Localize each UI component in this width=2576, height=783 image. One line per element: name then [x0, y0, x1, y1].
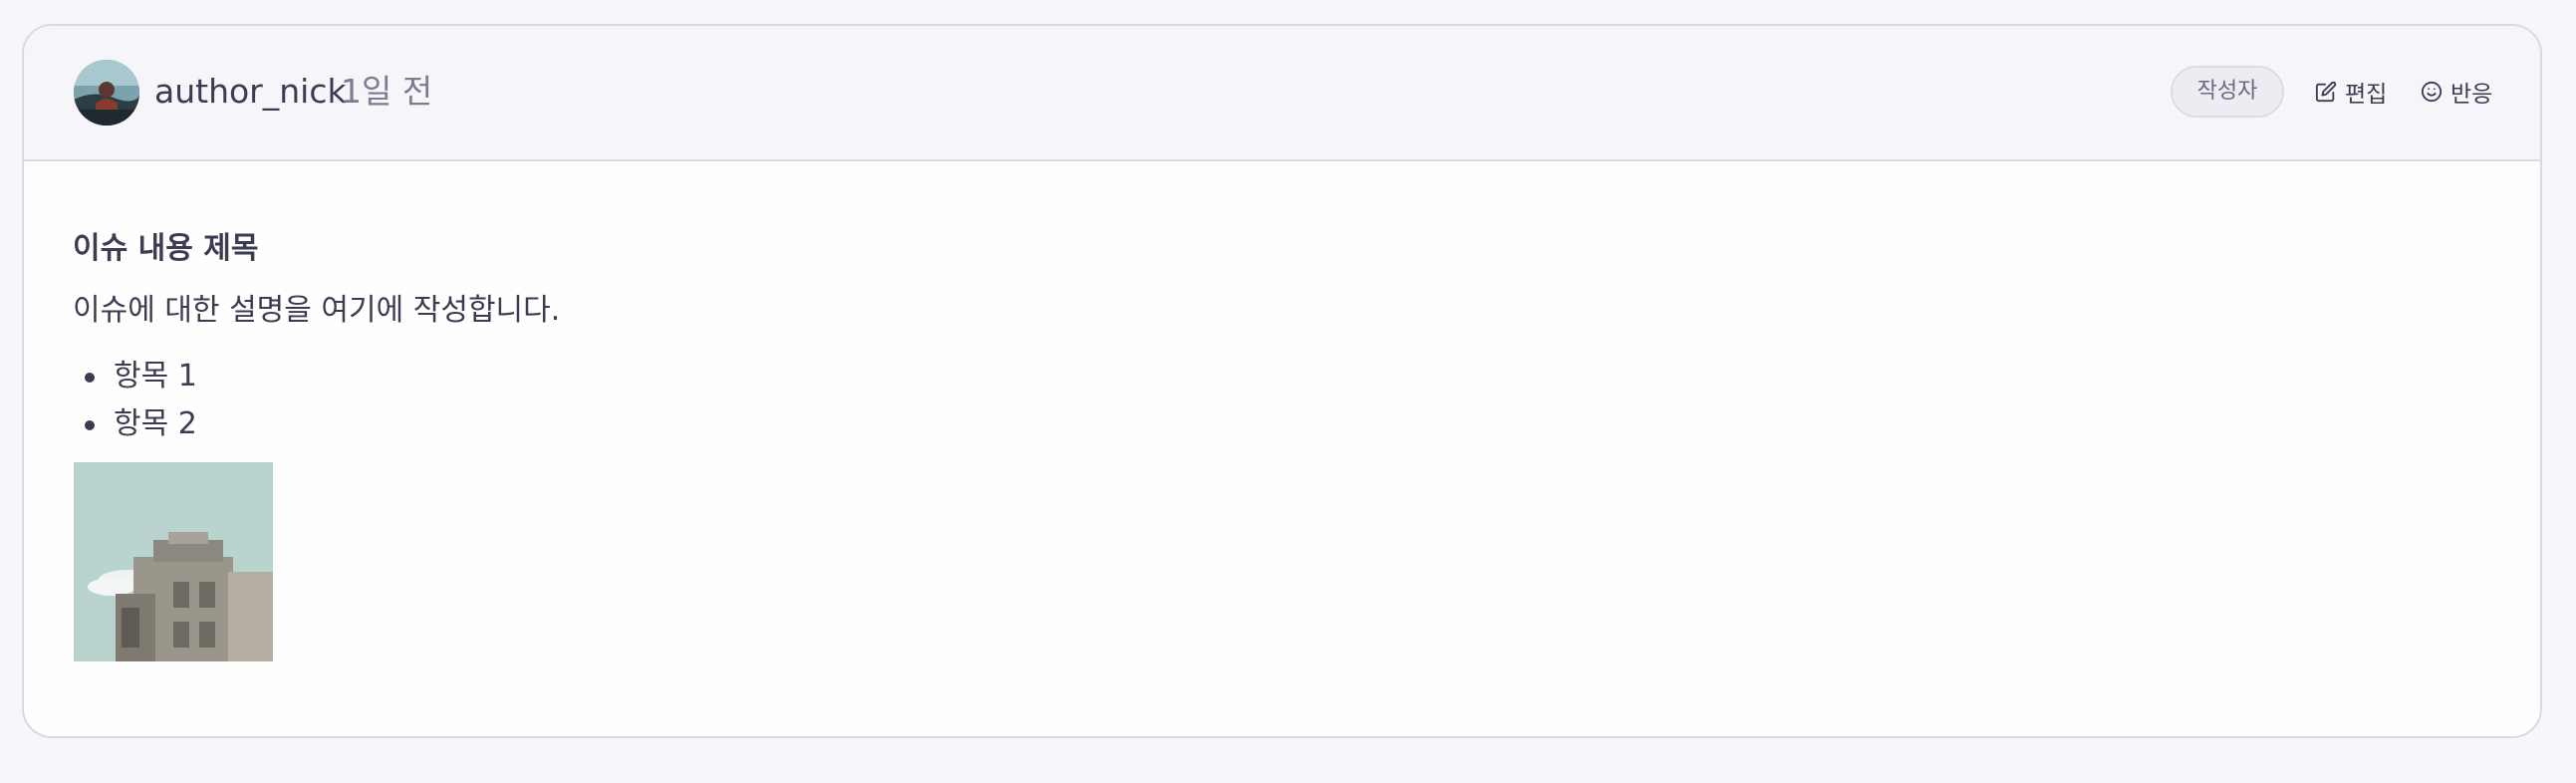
- edit-button-label: 편집: [2345, 82, 2388, 108]
- react-button[interactable]: 반응: [2421, 72, 2492, 112]
- list-item: 항목 1: [73, 353, 197, 400]
- comment-timestamp[interactable]: 1일 전: [341, 70, 432, 114]
- attached-image[interactable]: [74, 462, 273, 661]
- issue-title: 이슈 내용 제목: [73, 231, 259, 266]
- list-item: 항목 2: [73, 400, 197, 448]
- react-button-label: 반응: [2450, 82, 2493, 108]
- comment-body: 이슈 내용 제목 이슈에 대한 설명을 여기에 작성합니다. 항목 1 항목 2: [24, 161, 2540, 736]
- bullet-icon: [85, 373, 95, 383]
- smile-face-icon: [2421, 81, 2443, 103]
- author-name[interactable]: author_nick: [154, 70, 347, 114]
- issue-description: 이슈에 대한 설명을 여기에 작성합니다.: [73, 293, 561, 328]
- building-photo-icon: [74, 462, 273, 661]
- avatar-photo-icon: [74, 60, 139, 126]
- avatar[interactable]: [74, 60, 139, 126]
- author-badge: 작성자: [2171, 66, 2284, 118]
- pencil-square-icon: [2315, 81, 2337, 103]
- bullet-icon: [85, 420, 95, 430]
- issue-list: 항목 1 항목 2: [73, 353, 197, 448]
- list-item-text: 항목 1: [114, 359, 197, 393]
- edit-button[interactable]: 편집: [2315, 72, 2387, 112]
- comment-header: author_nick 1일 전 작성자 편집 반응: [24, 26, 2540, 161]
- list-item-text: 항목 2: [114, 406, 197, 441]
- comment-card: author_nick 1일 전 작성자 편집 반응 이슈 내용 제목 이슈에 …: [22, 24, 2542, 738]
